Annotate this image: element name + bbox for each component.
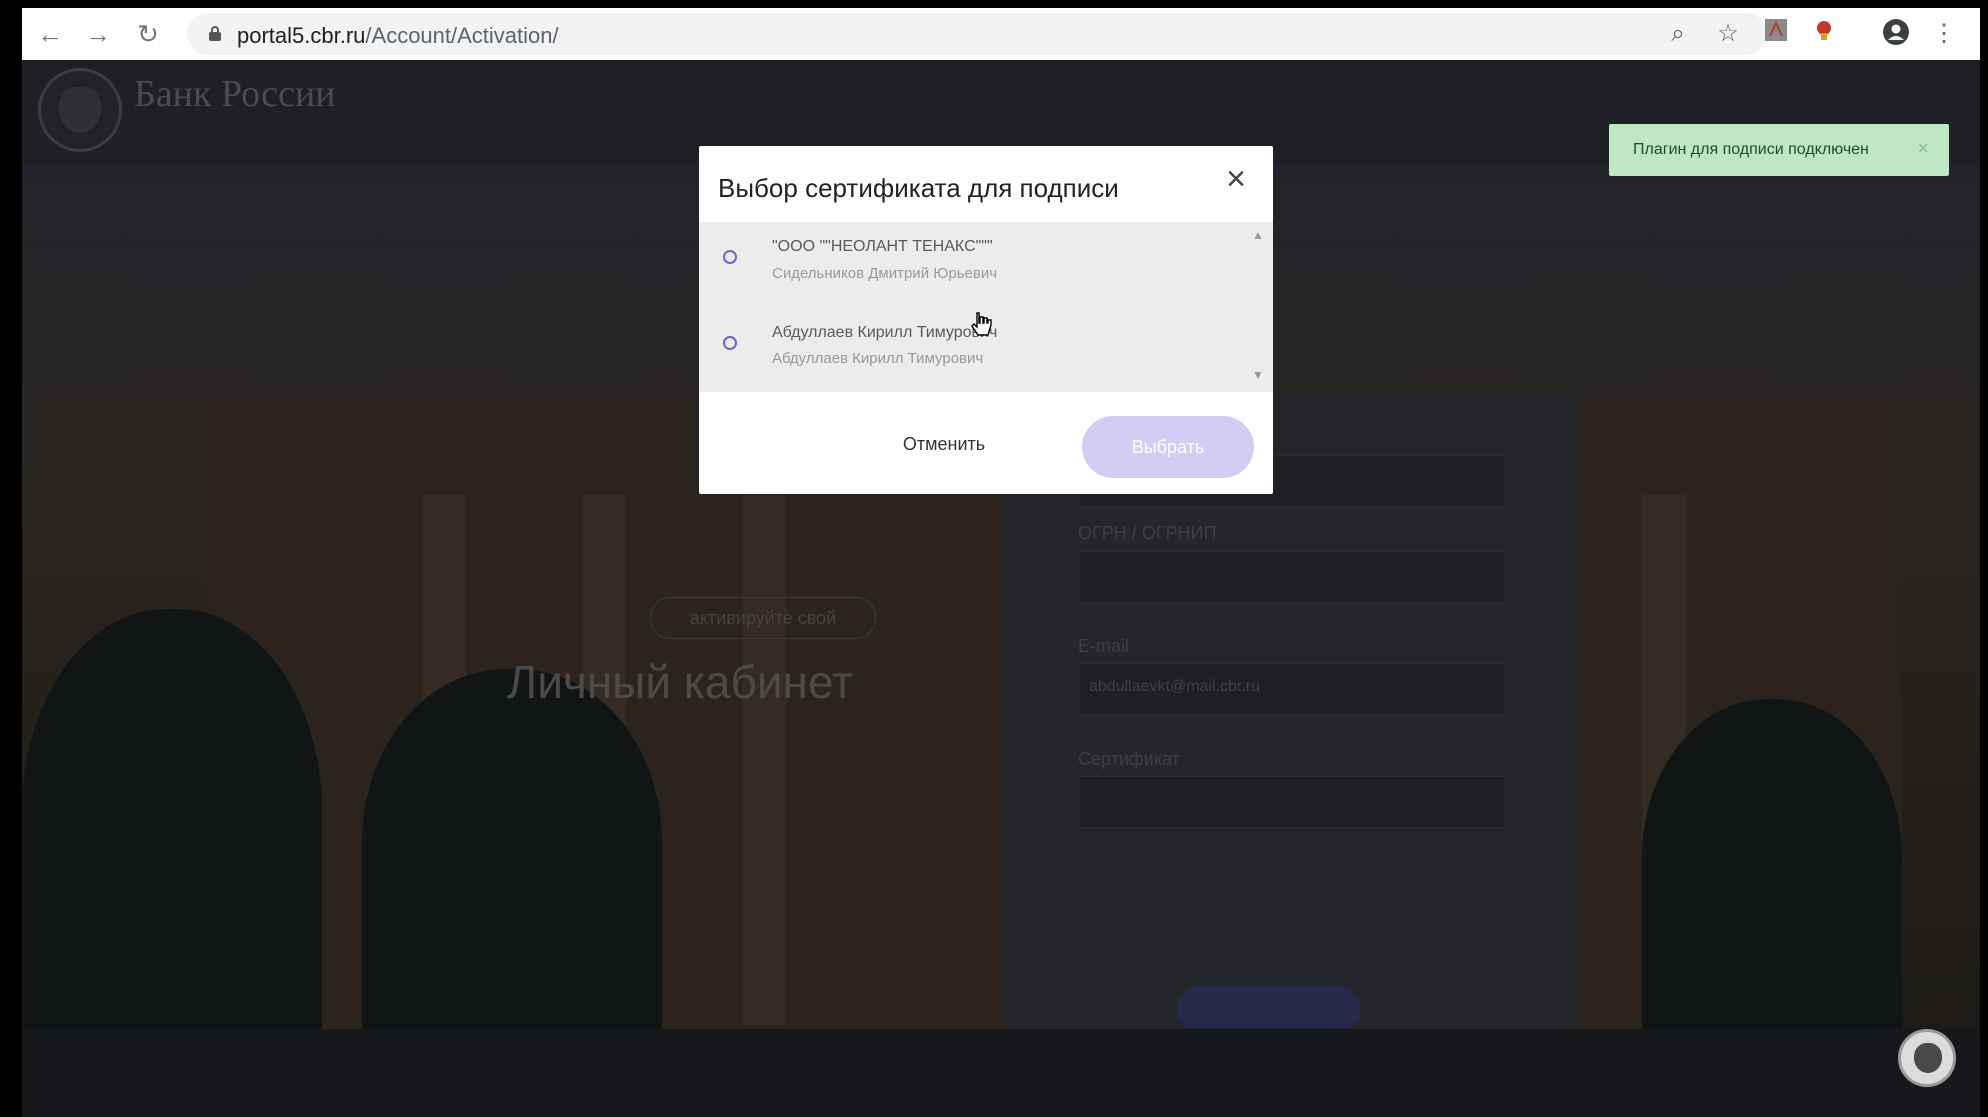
extension-icon[interactable] — [1808, 18, 1840, 50]
browser-window: ← → ↻ portal5.cbr.ru/Account/Activation/… — [22, 8, 1980, 1117]
tree-image — [22, 609, 322, 1029]
plugin-toast: Плагин для подписи подключен × — [1609, 124, 1949, 176]
url-host: portal5.cbr.ru — [237, 23, 366, 48]
hero-pill: активируйте свой — [650, 597, 876, 639]
toast-text: Плагин для подписи подключен — [1633, 141, 1869, 158]
zoom-icon[interactable]: ⌕ — [1662, 18, 1694, 50]
certificate-owner: Абдуллаев Кирилл Тимурович — [772, 350, 984, 367]
address-bar[interactable]: portal5.cbr.ru/Account/Activation/ — [187, 13, 1767, 55]
certificate-owner: Сидельников Дмитрий Юрьевич — [772, 265, 998, 282]
certificate-list[interactable]: "ООО ""НЕОЛАНТ ТЕНАКС""" Сидельников Дми… — [699, 222, 1273, 392]
forward-icon[interactable]: → — [80, 16, 116, 52]
menu-icon[interactable]: ⋮ — [1928, 18, 1960, 50]
certificate-item[interactable]: "ООО ""НЕОЛАНТ ТЕНАКС""" Сидельников Дми… — [699, 222, 1249, 307]
tree-image — [1642, 699, 1902, 1029]
lock-icon — [209, 26, 221, 41]
email-value: abdullaevkt@mail.cbr.ru — [1089, 678, 1260, 695]
ogrn-label: ОГРН / ОГРНИП — [1078, 523, 1217, 543]
reload-icon[interactable]: ↻ — [130, 16, 166, 52]
profile-icon[interactable] — [1880, 18, 1912, 50]
star-icon[interactable]: ☆ — [1712, 18, 1744, 50]
scroll-down-icon[interactable]: ▼ — [1252, 368, 1264, 382]
url-text[interactable]: portal5.cbr.ru/Account/Activation/ — [237, 23, 559, 49]
bank-emblem-icon[interactable] — [38, 68, 122, 152]
certificate-label: Сертификат — [1078, 749, 1180, 769]
certificate-name: Абдуллаев Кирилл Тимурович — [772, 324, 998, 341]
pdf-extension-icon[interactable] — [1760, 18, 1792, 50]
page: Банк России активируйте свой Личный каби… — [22, 60, 1980, 1117]
certificate-dialog: Выбор сертификата для подписи × "ООО ""Н… — [699, 146, 1273, 494]
email-field[interactable]: abdullaevkt@mail.cbr.ru — [1078, 663, 1506, 715]
cancel-button[interactable]: Отменить — [889, 434, 999, 464]
back-icon[interactable]: ← — [32, 16, 68, 52]
url-path: /Account/Activation/ — [365, 23, 559, 48]
email-label: E-mail — [1078, 636, 1130, 656]
tree-image — [362, 669, 662, 1029]
select-button[interactable]: Выбрать — [1082, 416, 1254, 478]
close-icon[interactable]: × — [1221, 162, 1251, 196]
radio-button[interactable] — [723, 336, 737, 350]
footer-emblem-icon[interactable] — [1898, 1029, 1956, 1087]
toast-close-icon[interactable]: × — [1917, 138, 1929, 161]
scroll-up-icon[interactable]: ▲ — [1252, 228, 1264, 242]
submit-button[interactable] — [1177, 986, 1361, 1032]
logo-text[interactable]: Банк России — [134, 72, 336, 116]
radio-button[interactable] — [723, 250, 737, 264]
site-footer — [22, 1029, 1980, 1117]
column-image — [742, 495, 786, 1025]
dialog-title: Выбор сертификата для подписи — [718, 173, 1119, 203]
browser-toolbar: ← → ↻ portal5.cbr.ru/Account/Activation/… — [22, 8, 1980, 60]
certificate-name: "ООО ""НЕОЛАНТ ТЕНАКС""" — [772, 238, 993, 255]
hand-cursor-icon — [971, 312, 992, 336]
ogrn-field[interactable] — [1078, 551, 1506, 603]
certificate-field[interactable] — [1078, 776, 1506, 828]
hero-title: Личный кабинет — [507, 656, 854, 708]
